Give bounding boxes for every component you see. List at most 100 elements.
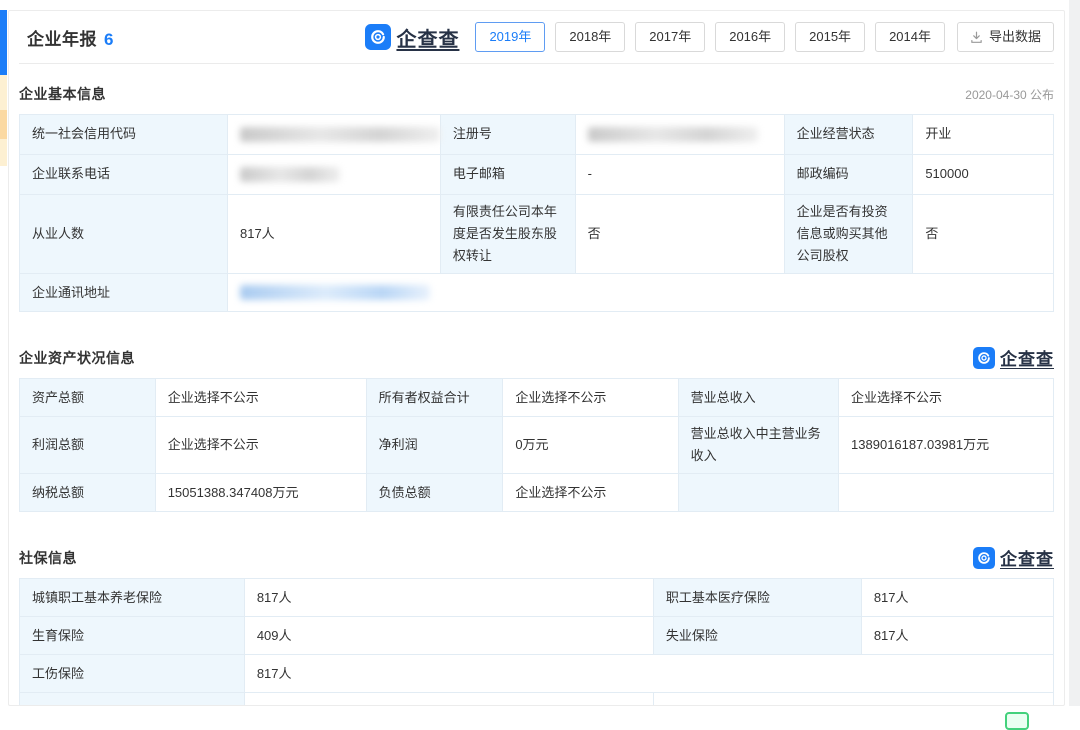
table-row: 单位参加城镇职工基本养老保险缴费基数13593.64万元 bbox=[20, 693, 1054, 706]
scrollbar[interactable] bbox=[1069, 0, 1080, 706]
field-label bbox=[20, 693, 245, 706]
publish-date: 2020-04-30 公布 bbox=[965, 86, 1054, 103]
section-assets: 企业资产状况信息 企查查 资产总额企业选择不公示所有者权益合计企业选择不公示营业… bbox=[19, 345, 1054, 512]
table-row: 企业联系电话 电子邮箱-邮政编码510000 bbox=[20, 155, 1054, 195]
basic-info-table: 统一社会信用代码注册号企业经营状态开业企业联系电话电子邮箱-邮政编码510000… bbox=[19, 114, 1054, 312]
field-value: 企业选择不公示 bbox=[503, 379, 678, 417]
report-count-badge: 6 bbox=[104, 30, 114, 49]
field-label: 城镇职工基本养老保险 bbox=[20, 579, 245, 617]
field-label: 利润总额 bbox=[20, 417, 156, 474]
redacted-value bbox=[240, 167, 340, 182]
section-title: 社保信息 bbox=[19, 548, 77, 568]
left-edge-accent-orange bbox=[0, 110, 7, 139]
field-label: 统一社会信用代码 bbox=[20, 115, 228, 155]
field-label: 资产总额 bbox=[20, 379, 156, 417]
table-row: 从业人数817人有限责任公司本年度是否发生股东股权转让否企业是否有投资信息或购买… bbox=[20, 195, 1054, 274]
table-row: 资产总额企业选择不公示所有者权益合计企业选择不公示营业总收入企业选择不公示 bbox=[20, 379, 1054, 417]
annual-report-card: 企业年报 6 企查查 2019年 2018年 2017年 2016年 2015年 2014年… bbox=[8, 10, 1065, 706]
section-title: 企业资产状况信息 bbox=[19, 348, 135, 368]
field-value: 企业选择不公示 bbox=[155, 379, 366, 417]
field-value: 817人 bbox=[244, 579, 653, 617]
field-label: 企业通讯地址 bbox=[20, 274, 228, 312]
redacted-value bbox=[240, 285, 430, 300]
field-label: 生育保险 bbox=[20, 617, 245, 655]
year-tab-2014[interactable]: 2014年 bbox=[875, 22, 945, 52]
field-label: 负债总额 bbox=[366, 474, 503, 512]
export-data-label: 导出数据 bbox=[989, 29, 1041, 45]
table-row: 利润总额企业选择不公示净利润0万元营业总收入中主营业务收入1389016187.… bbox=[20, 417, 1054, 474]
left-edge-accent-cream bbox=[0, 139, 7, 166]
brand-name: 企查查 bbox=[396, 23, 459, 52]
field-value: 15051388.347408万元 bbox=[155, 474, 366, 512]
field-label: 邮政编码 bbox=[784, 155, 913, 195]
page-title: 企业年报 6 bbox=[19, 25, 114, 50]
redacted-value bbox=[588, 127, 758, 142]
brand-name: 企查查 bbox=[1000, 545, 1054, 570]
field-value: 企业选择不公示 bbox=[155, 417, 366, 474]
year-tab-2017[interactable]: 2017年 bbox=[635, 22, 705, 52]
left-edge-accent-cream bbox=[0, 75, 7, 110]
table-row: 纳税总额15051388.347408万元负债总额企业选择不公示 bbox=[20, 474, 1054, 512]
page-title-text: 企业年报 bbox=[27, 30, 97, 49]
field-label: 工伤保险 bbox=[20, 655, 245, 693]
field-value: - bbox=[575, 155, 784, 195]
field-value: 1389016187.03981万元 bbox=[839, 417, 1054, 474]
download-icon bbox=[970, 31, 983, 44]
field-label: 职工基本医疗保险 bbox=[653, 579, 861, 617]
qichacha-watermark: 企查查 bbox=[973, 345, 1054, 370]
qichacha-logo-icon bbox=[973, 547, 995, 569]
section-title: 企业基本信息 bbox=[19, 84, 106, 104]
year-tab-2019[interactable]: 2019年 bbox=[475, 22, 545, 52]
table-row: 企业通讯地址 bbox=[20, 274, 1054, 312]
field-label: 企业是否有投资信息或购买其他公司股权 bbox=[784, 195, 913, 274]
field-value: 否 bbox=[575, 195, 784, 274]
floating-widget[interactable] bbox=[1005, 712, 1029, 730]
field-value: 817人 bbox=[861, 617, 1053, 655]
export-data-button[interactable]: 导出数据 bbox=[957, 22, 1054, 52]
field-value bbox=[227, 115, 440, 155]
field-label: 企业经营状态 bbox=[784, 115, 913, 155]
field-label: 净利润 bbox=[366, 417, 503, 474]
table-row: 城镇职工基本养老保险817人职工基本医疗保险817人 bbox=[20, 579, 1054, 617]
field-label bbox=[678, 474, 838, 512]
field-label: 营业总收入 bbox=[678, 379, 838, 417]
left-edge-accent-blue bbox=[0, 10, 7, 75]
field-label: 从业人数 bbox=[20, 195, 228, 274]
field-value: 单位参加城镇职工基本养老保险缴费基数 bbox=[244, 693, 653, 706]
field-value: 817人 bbox=[861, 579, 1053, 617]
qichacha-logo-icon bbox=[973, 347, 995, 369]
field-value: 企业选择不公示 bbox=[839, 379, 1054, 417]
field-value: 0万元 bbox=[503, 417, 678, 474]
field-label: 所有者权益合计 bbox=[366, 379, 503, 417]
field-label: 电子邮箱 bbox=[440, 155, 575, 195]
field-label: 纳税总额 bbox=[20, 474, 156, 512]
section-basic-info: 企业基本信息 2020-04-30 公布 统一社会信用代码注册号企业经营状态开业… bbox=[19, 82, 1054, 312]
field-value bbox=[575, 115, 784, 155]
field-value: 企业选择不公示 bbox=[503, 474, 678, 512]
year-tab-2018[interactable]: 2018年 bbox=[555, 22, 625, 52]
field-label: 营业总收入中主营业务收入 bbox=[678, 417, 838, 474]
year-tab-2015[interactable]: 2015年 bbox=[795, 22, 865, 52]
qichacha-logo: 企查查 bbox=[365, 23, 459, 52]
field-label: 注册号 bbox=[440, 115, 575, 155]
year-tabs: 2019年 2018年 2017年 2016年 2015年 2014年 bbox=[475, 22, 945, 52]
table-row: 生育保险409人失业保险817人 bbox=[20, 617, 1054, 655]
year-tab-2016[interactable]: 2016年 bbox=[715, 22, 785, 52]
social-security-table: 城镇职工基本养老保险817人职工基本医疗保险817人生育保险409人失业保险81… bbox=[19, 578, 1054, 706]
assets-table: 资产总额企业选择不公示所有者权益合计企业选择不公示营业总收入企业选择不公示利润总… bbox=[19, 378, 1054, 512]
field-value: 409人 bbox=[244, 617, 653, 655]
qichacha-watermark: 企查查 bbox=[973, 545, 1054, 570]
qichacha-logo-icon bbox=[365, 24, 391, 50]
report-header: 企业年报 6 企查查 2019年 2018年 2017年 2016年 2015年 2014年… bbox=[19, 11, 1054, 64]
field-value bbox=[227, 274, 1053, 312]
field-label: 企业联系电话 bbox=[20, 155, 228, 195]
field-value: 817人 bbox=[227, 195, 440, 274]
field-value: 817人 bbox=[244, 655, 1053, 693]
brand-name: 企查查 bbox=[1000, 345, 1054, 370]
field-value bbox=[227, 155, 440, 195]
field-value bbox=[839, 474, 1054, 512]
field-label: 有限责任公司本年度是否发生股东股权转让 bbox=[440, 195, 575, 274]
redacted-value bbox=[240, 127, 440, 142]
field-value: 510000 bbox=[913, 155, 1054, 195]
field-value: 13593.64万元 bbox=[653, 693, 1053, 706]
